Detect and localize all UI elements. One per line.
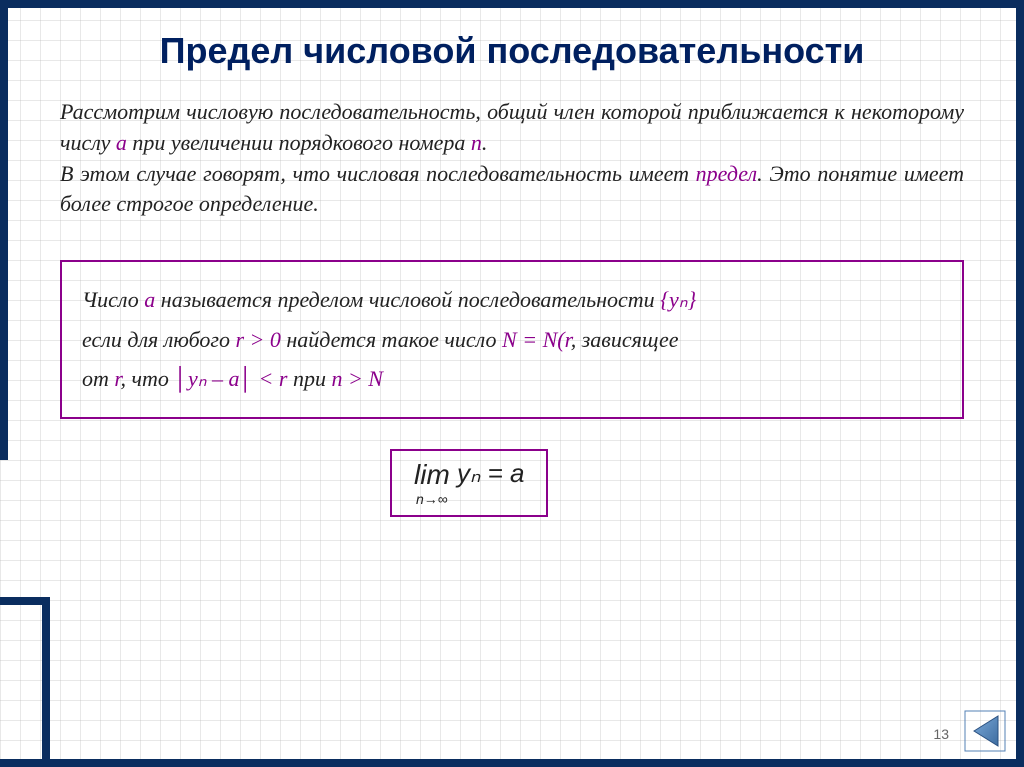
def-n-gt-N: n > N — [331, 366, 383, 391]
intro-text-4: В этом случае говорят, что числовая посл… — [60, 161, 696, 186]
lim-text: lim — [414, 459, 450, 491]
lim-subscript: n→∞ — [414, 491, 450, 507]
def-N-eq: N = N(r — [502, 327, 571, 352]
def-r-gt-0: r > 0 — [235, 327, 280, 352]
def-text-8: при — [293, 366, 332, 391]
slide-content: Предел числовой последовательности Рассм… — [0, 0, 1024, 547]
def-text-5: , зависящее — [571, 327, 679, 352]
intro-text-2: при увеличении порядкового номера — [127, 130, 471, 155]
back-button[interactable] — [964, 710, 1006, 752]
intro-text-3: . — [482, 130, 488, 155]
def-lt-r: < r — [253, 366, 293, 391]
triangle-left-icon — [964, 710, 1006, 752]
variable-a: a — [116, 130, 127, 155]
limit-operator: lim n→∞ — [414, 459, 450, 507]
def-text-3: если для любого — [82, 327, 235, 352]
border-left-lower — [42, 639, 50, 759]
def-abs-expr: │yₙ – a│ — [174, 366, 253, 391]
def-text-2: называется пределом числовой последовате… — [155, 287, 660, 312]
def-text-1: Число — [82, 287, 144, 312]
formula-body: yₙ = a — [450, 458, 525, 488]
def-text-4: найдется такое число — [281, 327, 502, 352]
definition-box: Число a называется пределом числовой пос… — [60, 260, 964, 419]
intro-paragraph: Рассмотрим числовую последовательность, … — [60, 97, 964, 220]
border-right — [1016, 0, 1024, 767]
formula-box: lim n→∞ yₙ = a — [390, 449, 548, 517]
limit-word: предел — [696, 161, 757, 186]
border-left-upper — [0, 0, 8, 460]
border-top — [0, 0, 1024, 8]
border-bottom — [0, 759, 1024, 767]
def-yn-braces: {yₙ} — [660, 287, 696, 312]
page-number: 13 — [933, 726, 949, 742]
def-variable-a: a — [144, 287, 155, 312]
slide-title: Предел числовой последовательности — [60, 30, 964, 72]
def-text-7: , что — [121, 366, 175, 391]
variable-n: n — [471, 130, 482, 155]
def-text-6: от — [82, 366, 114, 391]
